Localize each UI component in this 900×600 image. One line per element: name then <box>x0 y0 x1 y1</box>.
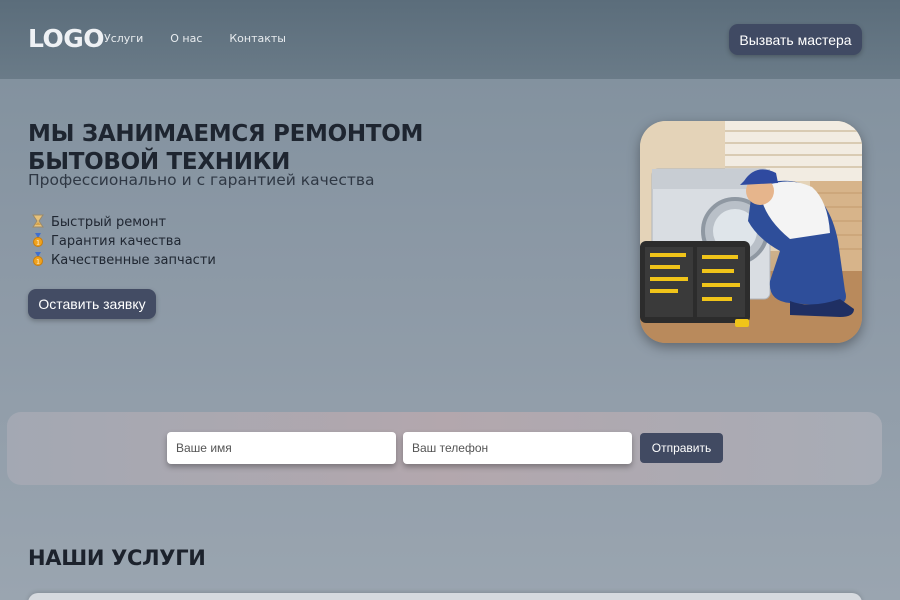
nav-item-services[interactable]: Услуги <box>104 32 143 45</box>
main-nav: Услуги О нас Контакты <box>104 32 313 45</box>
feature-item: Быстрый ремонт <box>30 213 216 232</box>
feature-item: 1 Гарантия качества <box>30 232 216 251</box>
repairman-photo <box>640 121 862 343</box>
nav-item-contacts[interactable]: Контакты <box>229 32 286 45</box>
feature-label: Быстрый ремонт <box>51 215 167 230</box>
site-header: LOGO Услуги О нас Контакты Вызвать масте… <box>0 0 900 79</box>
name-input[interactable] <box>167 432 396 464</box>
phone-input[interactable] <box>403 432 632 464</box>
service-card <box>28 593 862 600</box>
logo[interactable]: LOGO <box>28 24 105 53</box>
feature-item: 1 Качественные запчасти <box>30 251 216 270</box>
feature-label: Качественные запчасти <box>51 253 216 268</box>
hero-title: МЫ ЗАНИМАЕМСЯ РЕМОНТОМ БЫТОВОЙ ТЕХНИКИ <box>28 121 424 175</box>
hero-subtitle: Профессионально и с гарантией качества <box>28 171 375 189</box>
svg-text:1: 1 <box>36 259 40 266</box>
services-title: НАШИ УСЛУГИ <box>28 546 206 570</box>
nav-item-about[interactable]: О нас <box>170 32 202 45</box>
feature-label: Гарантия качества <box>51 234 182 249</box>
submit-button[interactable]: Отправить <box>640 433 723 463</box>
svg-text:1: 1 <box>36 240 40 247</box>
call-master-button[interactable]: Вызвать мастера <box>729 24 862 55</box>
medal-icon: 1 <box>30 252 46 269</box>
feature-list: Быстрый ремонт 1 Гарантия качества 1 Кач… <box>30 213 216 270</box>
leave-request-button[interactable]: Оставить заявку <box>28 289 156 319</box>
hourglass-icon <box>30 214 46 231</box>
medal-icon: 1 <box>30 233 46 250</box>
